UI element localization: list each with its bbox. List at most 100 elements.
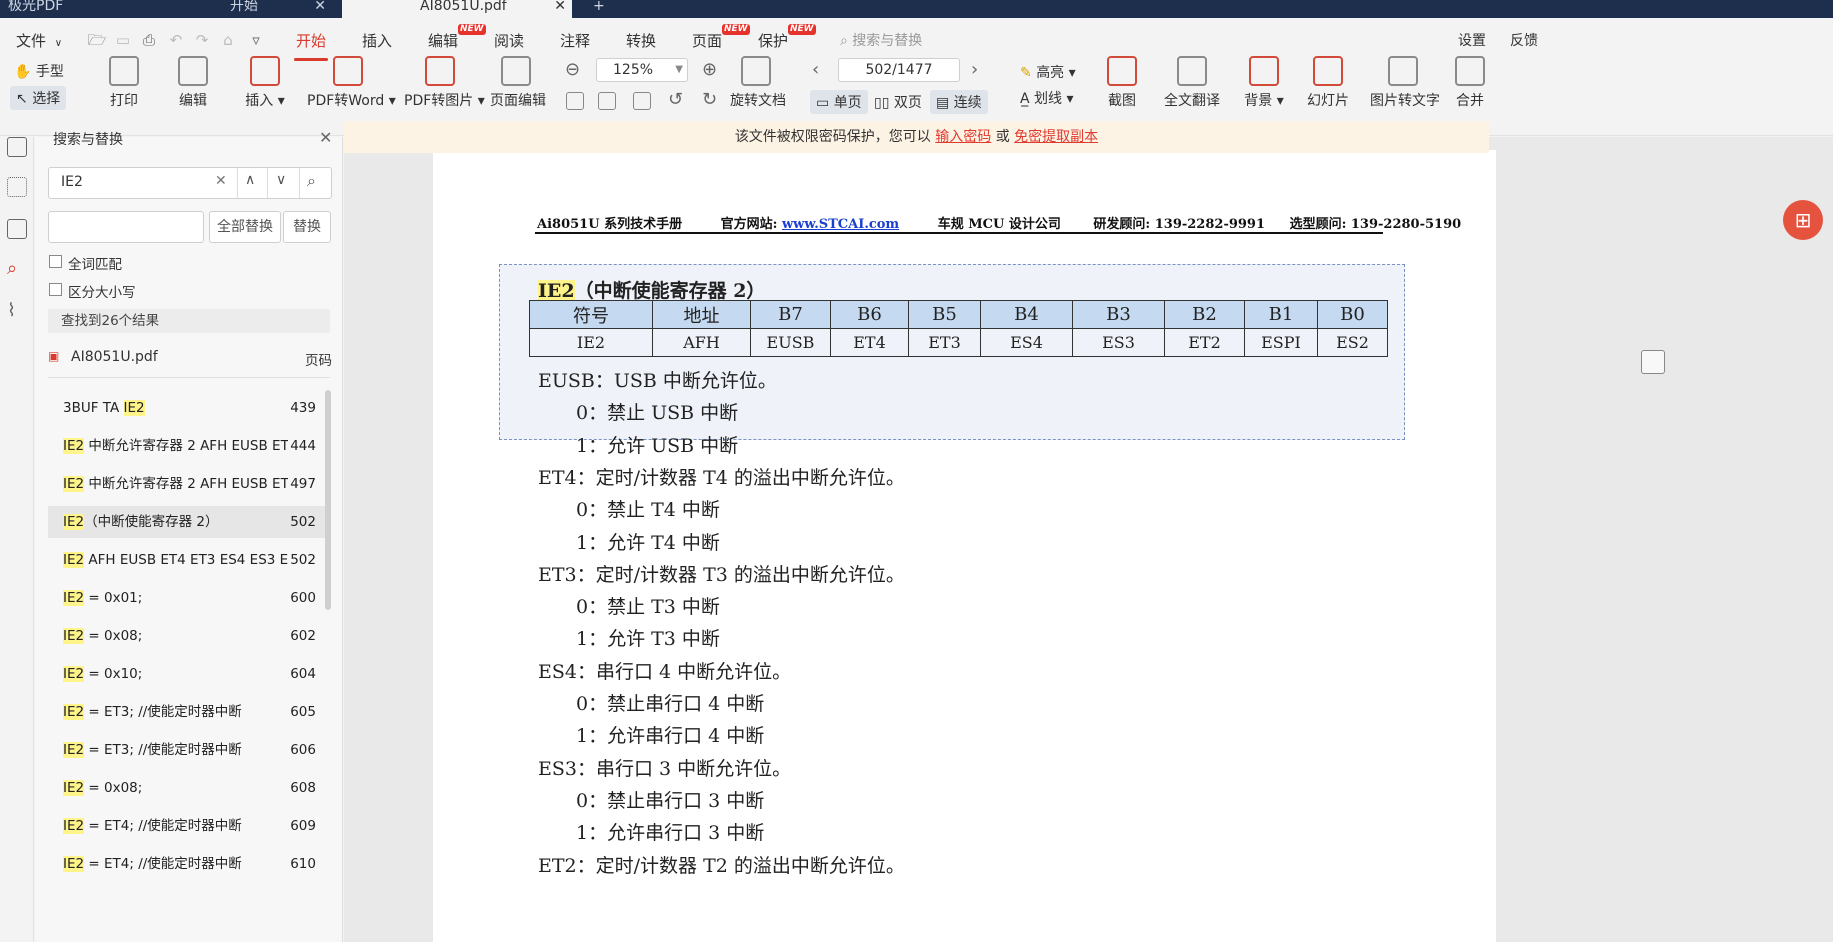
close-icon[interactable]: ✕ (319, 128, 332, 147)
zoom-in-icon[interactable]: ⊕ (702, 59, 717, 80)
search-result-item[interactable]: IE2 = 0x08; 602 (48, 620, 330, 652)
search-result-item[interactable]: IE2（中断使能寄存器 2） 502 (48, 506, 330, 538)
feedback-button[interactable]: 反馈 (1510, 30, 1538, 50)
search-result-item[interactable]: IE2 AFH EUSB ET4 ET3 ES4 ES3 ET2 502 (48, 544, 330, 576)
search-input[interactable]: IE2 (61, 174, 83, 190)
zoom-select[interactable]: 125% ▼ (596, 58, 688, 82)
next-page-icon[interactable]: › (971, 59, 978, 80)
rotate-left-icon[interactable]: ↺ (668, 89, 683, 110)
menu-annotate[interactable]: 注释 (560, 30, 590, 51)
search-result-item[interactable]: IE2 = ET4; //使能定时器中断 610 (48, 848, 330, 880)
select-tool-button[interactable]: ↖ 选择 (10, 86, 67, 110)
rotate-right-icon[interactable]: ↻ (702, 89, 717, 110)
search-result-item[interactable]: IE2 中断允许寄存器 2 AFH EUSB ET4 E 444 (48, 430, 330, 462)
menu-search[interactable]: ⌕ 搜索与替换 (840, 30, 922, 50)
redo-icon[interactable]: ↷ (192, 30, 212, 50)
open-folder-icon[interactable]: 🗁 (87, 30, 107, 50)
menu-protect[interactable]: 保护 NEW (758, 24, 816, 51)
search-result-item[interactable]: IE2 = ET4; //使能定时器中断 609 (48, 810, 330, 842)
bookmark-icon[interactable] (7, 137, 27, 157)
slideshow-button[interactable]: 幻灯片 (1306, 56, 1350, 110)
menu-insert[interactable]: 插入 (362, 30, 392, 51)
customize-icon[interactable]: ▿ (246, 30, 266, 50)
zoom-out-icon[interactable]: ⊖ (565, 59, 580, 80)
image-to-text-button[interactable]: 图片转文字 (1370, 56, 1440, 110)
print-button[interactable]: 打印 (106, 56, 142, 110)
clear-icon[interactable]: ✕ (215, 173, 227, 189)
hand-tool-button[interactable]: ✋ 手型 (14, 61, 64, 81)
actual-size-icon[interactable] (598, 92, 616, 110)
assistant-float-icon[interactable]: ⊞ (1783, 200, 1823, 240)
menu-read[interactable]: 阅读 (494, 30, 524, 51)
single-page-button[interactable]: ▭ 单页 (810, 90, 868, 114)
replace-input[interactable] (48, 211, 204, 243)
undo-icon[interactable]: ↶ (166, 30, 186, 50)
tab-app-home[interactable]: 极光PDF (0, 0, 120, 18)
menu-start[interactable]: 开始 (293, 30, 329, 61)
close-icon[interactable]: ✕ (314, 0, 326, 13)
whole-word-checkbox[interactable] (49, 255, 62, 268)
new-tab-icon[interactable]: + (585, 0, 605, 18)
search-result-item[interactable]: IE2 = ET3; //使能定时器中断 605 (48, 696, 330, 728)
register-table: 符号 地址 B7 B6 B5 B4 B3 B2 B1 B0 IE2 AFH EU… (529, 300, 1388, 357)
print-icon[interactable]: ⎙ (139, 30, 159, 50)
fit-width-icon[interactable] (633, 92, 651, 110)
search-icon[interactable]: ⌕ (307, 171, 316, 191)
replace-all-button[interactable]: 全部替换 (209, 211, 281, 243)
match-case-checkbox[interactable] (49, 283, 62, 296)
home-icon[interactable]: ⌂ (218, 30, 238, 50)
pdf-to-image-button[interactable]: PDF转图片 ▾ (404, 56, 485, 110)
enter-password-link[interactable]: 输入密码 (935, 129, 991, 145)
double-page-button[interactable]: ▯▯ 双页 (874, 92, 922, 112)
rotate-document-button[interactable]: 旋转文档 (730, 56, 786, 110)
search-icon[interactable]: ⌕ (7, 259, 27, 279)
highlight-button[interactable]: ✎ 高亮 ▾ (1020, 62, 1076, 82)
chevron-down-icon[interactable]: ∨ (276, 172, 286, 188)
search-result-item[interactable]: IE2 中断允许寄存器 2 AFH EUSB ET4 E 497 (48, 468, 330, 500)
settings-button[interactable]: 设置 (1458, 30, 1486, 50)
menu-file[interactable]: 文件 ∨ (16, 30, 62, 51)
option-line: 1：允许串行口 3 中断 (576, 822, 765, 845)
insert-button[interactable]: 插入 ▾ (243, 56, 287, 110)
search-result-item[interactable]: 3BUF TA IE2 439 (48, 392, 330, 424)
screenshot-button[interactable]: 截图 (1104, 56, 1140, 110)
table-recognize-icon[interactable] (1641, 350, 1665, 374)
attachment-icon[interactable]: ⌇ (7, 301, 27, 321)
slideshow-label: 幻灯片 (1307, 93, 1349, 109)
page-edit-button[interactable]: 页面编辑 (490, 56, 546, 110)
header-site-link[interactable]: www.STCAI.com (782, 217, 899, 232)
edit-button[interactable]: 编辑 (175, 56, 211, 110)
menu-convert[interactable]: 转换 (626, 30, 656, 51)
prev-page-icon[interactable]: ‹ (812, 59, 819, 80)
result-text: IE2 = 0x08; (63, 628, 143, 644)
thumbnails-icon[interactable] (7, 177, 27, 197)
strikeline-button[interactable]: A̲ 划线 ▾ (1020, 88, 1074, 108)
close-icon[interactable]: ✕ (554, 0, 566, 13)
tab-start[interactable]: 开始 ✕ (122, 0, 332, 18)
search-result-item[interactable]: IE2 = 0x01; 600 (48, 582, 330, 614)
replace-button[interactable]: 替换 (283, 211, 331, 243)
search-result-item[interactable]: IE2 = ET3; //使能定时器中断 606 (48, 734, 330, 766)
background-button[interactable]: 背景 ▾ (1240, 56, 1288, 110)
result-text: IE2 = 0x01; (63, 590, 143, 606)
search-hit: IE2 (63, 628, 85, 644)
menu-page[interactable]: 页面 NEW (692, 24, 750, 51)
fit-page-icon[interactable] (566, 92, 584, 110)
strikeline-label: 划线 (1034, 91, 1063, 107)
continuous-button[interactable]: ▤ 连续 (930, 90, 988, 114)
comment-icon[interactable] (7, 219, 27, 239)
menu-edit[interactable]: 编辑 NEW (428, 24, 486, 51)
search-result-item[interactable]: IE2 = 0x10; 604 (48, 658, 330, 690)
save-icon[interactable]: ▭ (113, 30, 133, 50)
chevron-up-icon[interactable]: ∧ (245, 172, 255, 188)
table-cell: B6 (830, 300, 909, 329)
page-number-input[interactable]: 502/1477 (838, 58, 960, 82)
merge-button[interactable]: 合并 (1452, 56, 1488, 110)
full-translate-button[interactable]: 全文翻译 (1163, 56, 1221, 110)
extract-copy-link[interactable]: 免密提取副本 (1014, 129, 1098, 145)
scrollbar[interactable] (325, 390, 331, 610)
tab-document[interactable]: AI8051U.pdf ✕ (342, 0, 572, 18)
search-result-item[interactable]: IE2 = 0x08; 608 (48, 772, 330, 804)
table-cell: AFH (652, 328, 751, 357)
pdf-to-word-button[interactable]: PDF转Word ▾ (307, 56, 396, 110)
